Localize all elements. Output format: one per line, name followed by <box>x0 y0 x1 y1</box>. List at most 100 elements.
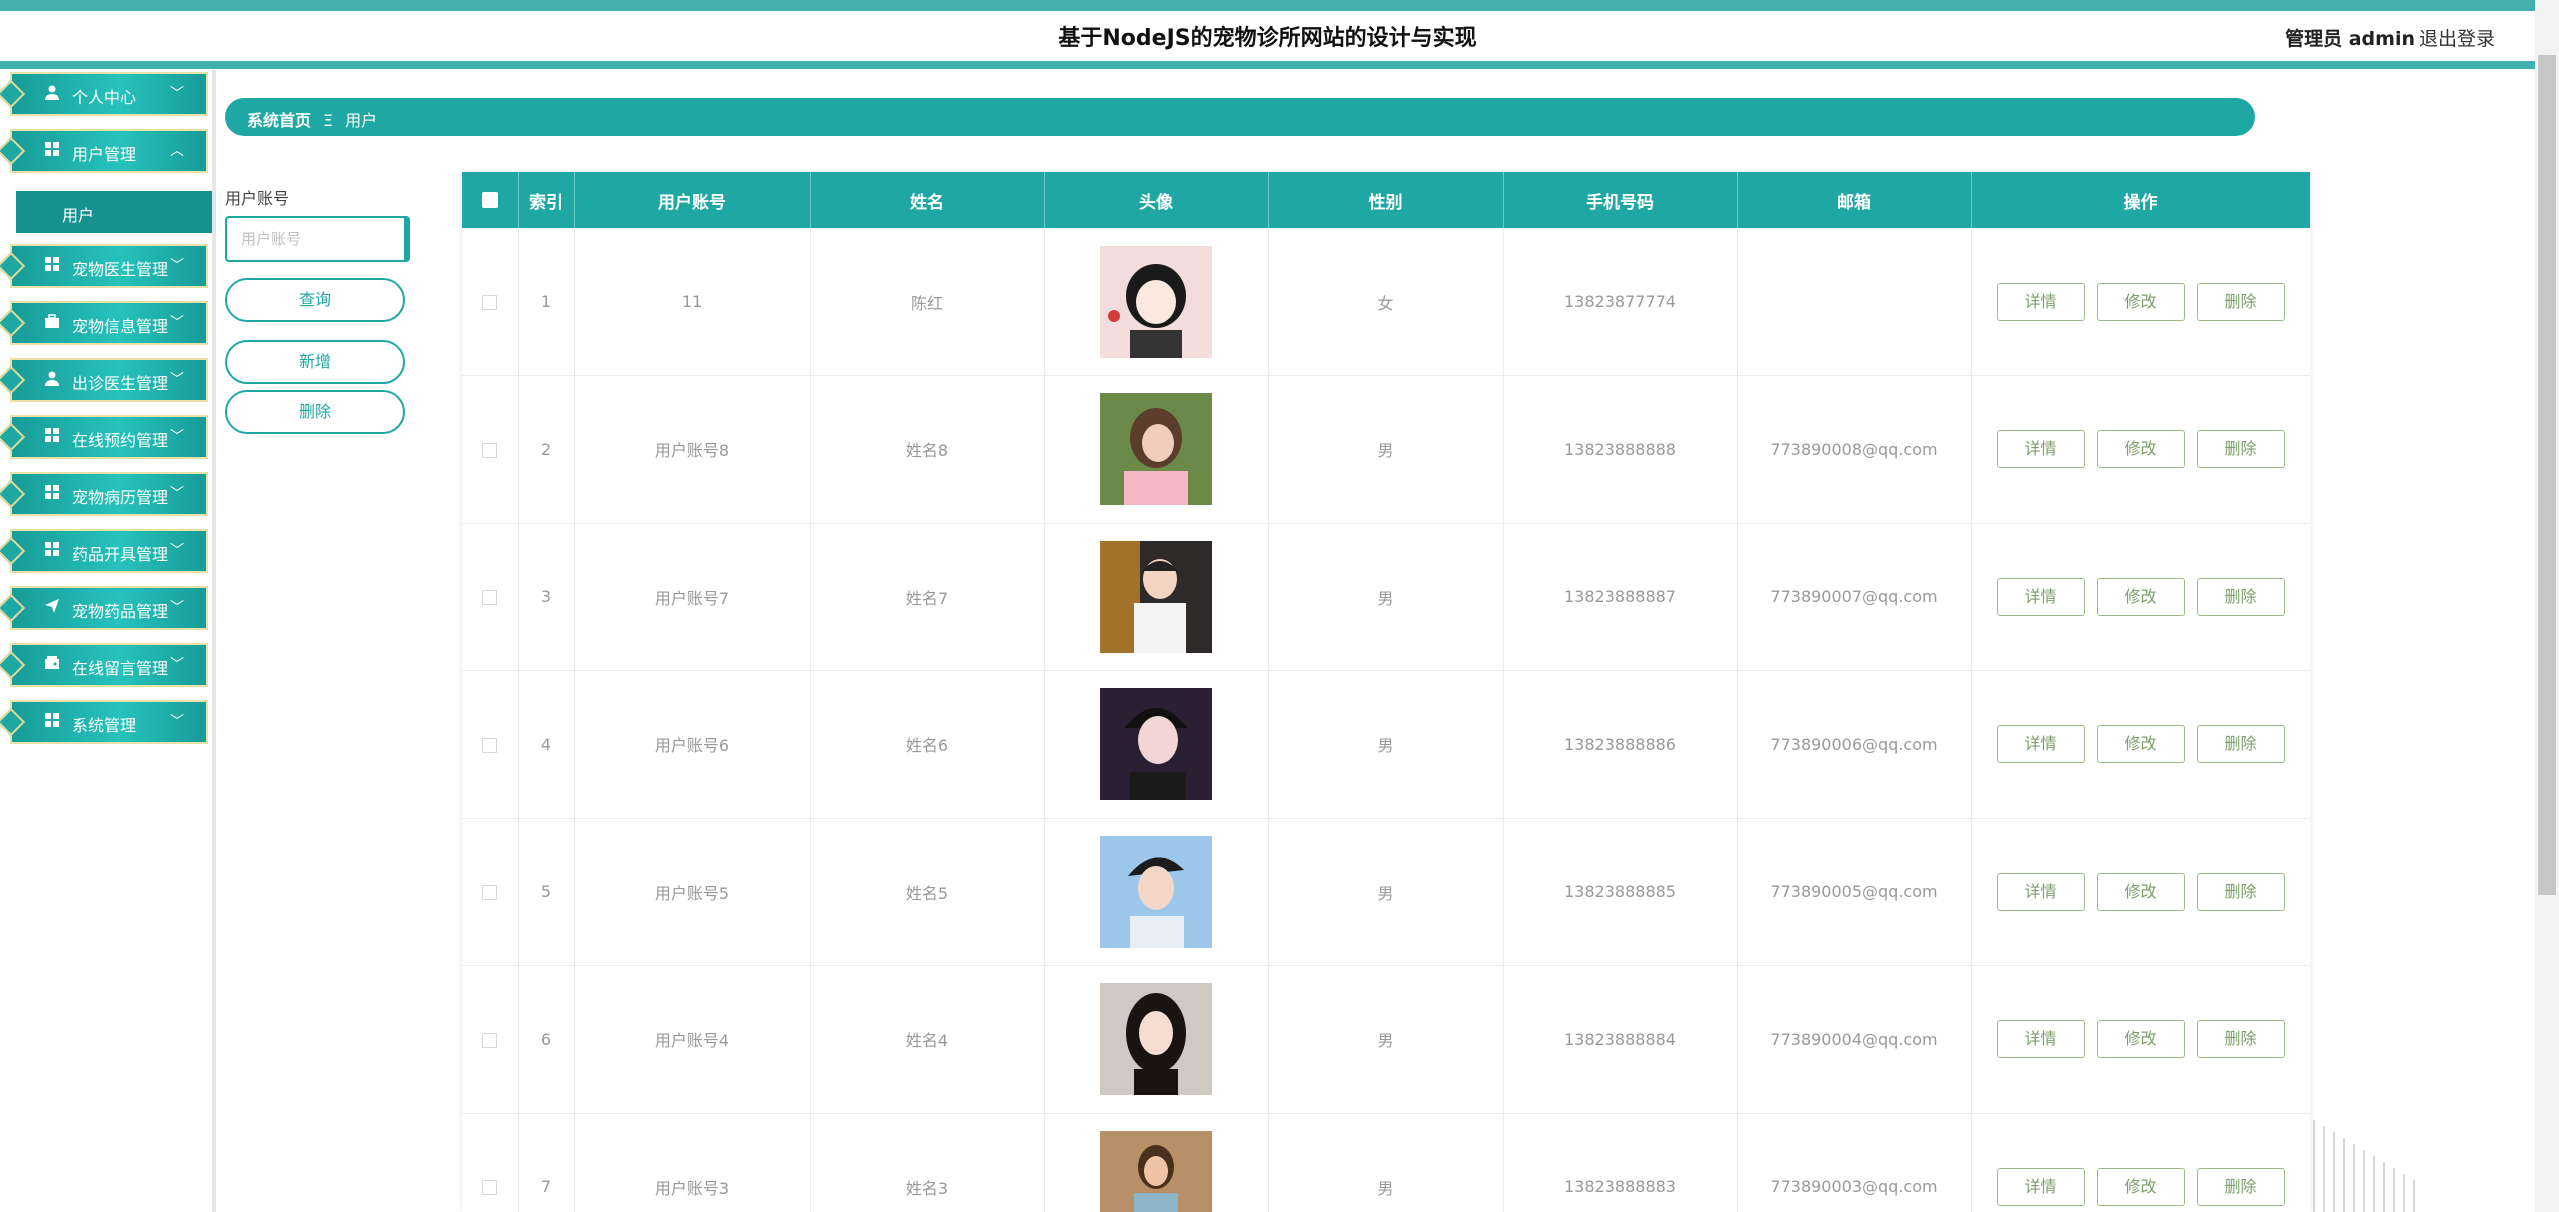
cell-name: 姓名7 <box>810 523 1045 671</box>
sidebar-item-pet-records[interactable]: 宠物病历管理 ﹀ <box>0 472 208 516</box>
row-checkbox-cell[interactable] <box>462 670 519 819</box>
cell-phone: 13823877774 <box>1503 228 1738 376</box>
detail-button[interactable]: 详情 <box>1996 1020 2085 1059</box>
cell-index: 7 <box>518 1113 575 1212</box>
cell-email: 773890005@qq.com <box>1737 818 1972 966</box>
row-checkbox-cell[interactable] <box>462 818 519 966</box>
sidebar-item-label: 宠物病历管理 <box>72 488 169 507</box>
sidebar-item-user-management[interactable]: 用户管理 ︿ <box>0 129 208 173</box>
sidebar-item-pet-doctor[interactable]: 宠物医生管理 ﹀ <box>0 244 208 288</box>
row-checkbox-cell[interactable] <box>462 228 519 376</box>
edit-button[interactable]: 修改 <box>2096 725 2185 764</box>
sidebar-item-visiting-doctor[interactable]: 出诊医生管理 ﹀ <box>0 358 208 402</box>
sidebar-item-online-booking[interactable]: 在线预约管理 ﹀ <box>0 415 208 459</box>
detail-button[interactable]: 详情 <box>1996 282 2085 321</box>
detail-button[interactable]: 详情 <box>1996 725 2085 764</box>
cell-index: 5 <box>518 818 575 966</box>
row-checkbox[interactable] <box>482 885 498 901</box>
cell-phone: 13823888885 <box>1503 818 1738 966</box>
chevron-down-icon: ﹀ <box>170 714 184 730</box>
user-table: 索引 用户账号 姓名 头像 性别 手机号码 邮箱 操作 1 11 陈红女 138238… <box>462 172 2310 1212</box>
table-row: 7 用户账号3 姓名3 男 13823888883 773890003@qq.com 详情修… <box>462 1113 2310 1212</box>
detail-button[interactable]: 详情 <box>1996 430 2085 469</box>
avatar <box>1100 540 1212 653</box>
batch-delete-button[interactable]: 删除 <box>225 390 405 434</box>
chevron-down-icon: ﹀ <box>170 600 184 616</box>
diamond-ornament-icon <box>0 707 26 737</box>
select-all-checkbox-cell[interactable] <box>462 172 519 228</box>
grid-icon <box>42 541 62 561</box>
chevron-down-icon: ﹀ <box>170 486 184 502</box>
cell-name: 姓名5 <box>810 818 1045 966</box>
page-scrollbar[interactable] <box>2535 0 2559 1212</box>
sidebar-item-pet-medicine[interactable]: 宠物药品管理 ﹀ <box>0 586 208 630</box>
account-search-input[interactable] <box>225 216 410 262</box>
edit-button[interactable]: 修改 <box>2096 1020 2185 1059</box>
chevron-down-icon: ﹀ <box>170 315 184 331</box>
column-header: 索引 <box>518 172 575 228</box>
diamond-ornament-icon <box>0 422 26 452</box>
cell-gender: 男 <box>1268 375 1504 524</box>
breadcrumb-home[interactable]: 系统首页 <box>247 111 311 130</box>
add-button[interactable]: 新增 <box>225 340 405 384</box>
edit-button[interactable]: 修改 <box>2096 282 2185 321</box>
row-checkbox-cell[interactable] <box>462 523 519 671</box>
site-title: 基于NodeJS的宠物诊所网站的设计与实现 <box>1058 26 1477 51</box>
row-checkbox[interactable] <box>482 1032 498 1048</box>
cell-actions: 详情 修改 删除 <box>1971 670 2310 819</box>
cell-name: 姓名3 <box>810 1113 1045 1212</box>
cell-gender: 男 <box>1268 1113 1504 1212</box>
delete-button[interactable]: 删除 <box>2196 282 2285 321</box>
current-user: 管理员 admin <box>2285 28 2415 50</box>
delete-button[interactable]: 删除 <box>2196 577 2285 616</box>
row-checkbox[interactable] <box>482 442 498 458</box>
sidebar-subitem-users[interactable]: 用户 <box>16 191 212 233</box>
sidebar-item-prescriptions[interactable]: 药品开具管理 ﹀ <box>0 529 208 573</box>
row-checkbox[interactable] <box>482 295 498 310</box>
row-checkbox-cell[interactable] <box>462 1113 519 1212</box>
cell-email: 773890007@qq.com <box>1737 523 1972 671</box>
cell-phone: 13823888886 <box>1503 670 1738 819</box>
row-checkbox-cell[interactable] <box>462 965 519 1114</box>
detail-button[interactable]: 详情 <box>1996 872 2085 911</box>
chevron-down-icon: ﹀ <box>170 429 184 445</box>
row-checkbox[interactable] <box>482 737 498 753</box>
column-header: 操作 <box>1971 172 2310 228</box>
cell-email: 773890008@qq.com <box>1737 375 1972 524</box>
wallet-icon <box>42 655 62 675</box>
delete-button[interactable]: 删除 <box>2196 1167 2285 1206</box>
delete-button[interactable]: 删除 <box>2196 725 2285 764</box>
edit-button[interactable]: 修改 <box>2096 577 2185 616</box>
sidebar-item-personal-center[interactable]: 个人中心 ﹀ <box>0 72 208 116</box>
cell-gender: 男 <box>1268 965 1504 1114</box>
table-row: 3 用户账号7 姓名7 男 13823888887 773890007@qq.com 详情修… <box>462 523 2310 671</box>
sidebar-item-pet-info[interactable]: 宠物信息管理 ﹀ <box>0 301 208 345</box>
query-button[interactable]: 查询 <box>225 278 405 322</box>
cell-account: 用户账号4 <box>574 965 811 1114</box>
sidebar-item-messages[interactable]: 在线留言管理 ﹀ <box>0 643 208 687</box>
select-all-checkbox[interactable] <box>481 192 498 208</box>
detail-button[interactable]: 详情 <box>1996 1167 2085 1206</box>
sidebar-item-system[interactable]: 系统管理 ﹀ <box>0 700 208 744</box>
edit-button[interactable]: 修改 <box>2096 872 2185 911</box>
row-checkbox[interactable] <box>482 590 498 606</box>
delete-button[interactable]: 删除 <box>2196 872 2285 911</box>
cell-account: 用户账号8 <box>574 375 811 524</box>
cell-gender: 男 <box>1268 670 1504 819</box>
row-checkbox-cell[interactable] <box>462 375 519 524</box>
cell-name: 姓名4 <box>810 965 1045 1114</box>
cell-actions: 详情 修改 删除 <box>1971 965 2310 1114</box>
edit-button[interactable]: 修改 <box>2096 430 2185 469</box>
detail-button[interactable]: 详情 <box>1996 577 2085 616</box>
grid-icon <box>42 484 62 504</box>
row-checkbox[interactable] <box>482 1180 498 1196</box>
delete-button[interactable]: 删除 <box>2196 430 2285 469</box>
logout-link[interactable]: 退出登录 <box>2419 24 2495 51</box>
scrollbar-thumb[interactable] <box>2538 55 2556 895</box>
column-header: 头像 <box>1044 172 1269 228</box>
edit-button[interactable]: 修改 <box>2096 1167 2185 1206</box>
delete-button[interactable]: 删除 <box>2196 1020 2285 1059</box>
table-row: 5 用户账号5 姓名5 男 13823888885 773890005@qq.com 详情修… <box>462 818 2310 966</box>
briefcase-icon <box>42 313 62 333</box>
cell-gender: 男 <box>1268 818 1504 966</box>
